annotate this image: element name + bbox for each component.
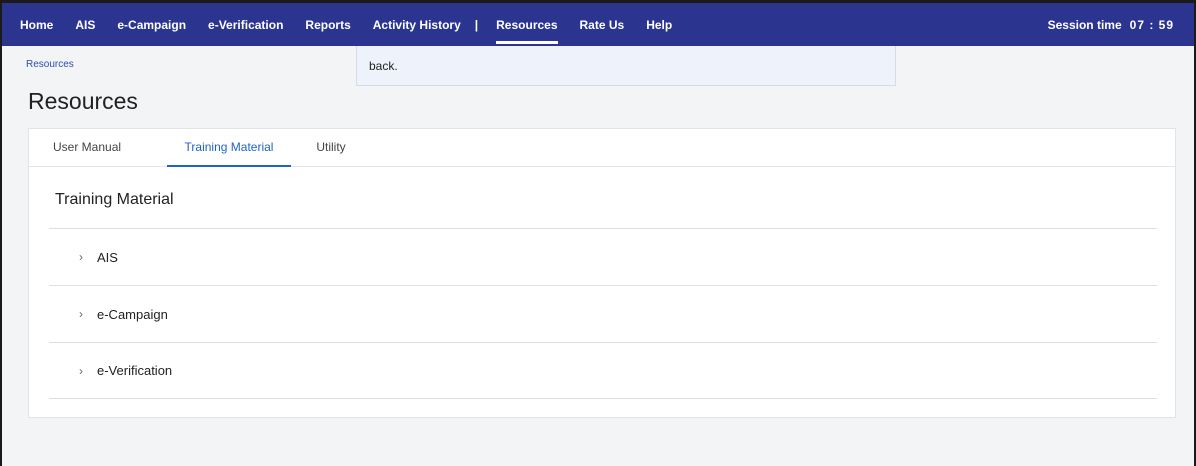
toast-text: back. [369,59,398,73]
resources-card: User Manual Training Material Utility Tr… [28,128,1176,418]
chevron-right-icon: › [79,363,83,378]
top-navigation-bar: Home AIS e-Campaign e-Verification Repor… [2,0,1194,46]
tab-utility[interactable]: Utility [291,128,371,166]
nav-home[interactable]: Home [20,3,53,46]
nav-separator: | [474,17,479,32]
accordion-label: AIS [97,249,118,265]
section-title: Training Material [55,191,174,208]
accordion-item-e-campaign[interactable]: › e-Campaign [49,285,1157,342]
nav-rate-us[interactable]: Rate Us [580,3,625,46]
notification-toast: back. [356,46,896,86]
accordion-label: e-Campaign [97,306,168,322]
tab-training-material[interactable]: Training Material [167,128,291,167]
accordion-label: e-Verification [97,363,173,378]
tab-bar: User Manual Training Material Utility [29,129,1175,167]
session-time-value: 07 : 59 [1129,17,1174,32]
nav-resources[interactable]: Resources [496,3,558,46]
accordion-item-ais[interactable]: › AIS [49,228,1157,285]
nav-ais[interactable]: AIS [75,3,95,46]
nav-e-verification[interactable]: e-Verification [208,3,283,46]
chevron-right-icon: › [79,250,83,264]
page-title: Resources [28,88,138,114]
session-timer: Session time 07 : 59 [1048,3,1174,46]
accordion-list: › AIS › e-Campaign › e-Verification [49,228,1157,399]
breadcrumb-resources[interactable]: Resources [26,59,74,70]
accordion-item-e-verification[interactable]: › e-Verification [49,342,1157,399]
nav-help[interactable]: Help [646,3,672,46]
tab-user-manual[interactable]: User Manual [53,128,167,166]
chevron-right-icon: › [79,307,83,321]
nav-reports[interactable]: Reports [305,3,350,46]
nav-e-campaign[interactable]: e-Campaign [117,3,186,46]
session-label: Session time [1047,17,1122,32]
nav-activity-history[interactable]: Activity History [373,3,461,46]
